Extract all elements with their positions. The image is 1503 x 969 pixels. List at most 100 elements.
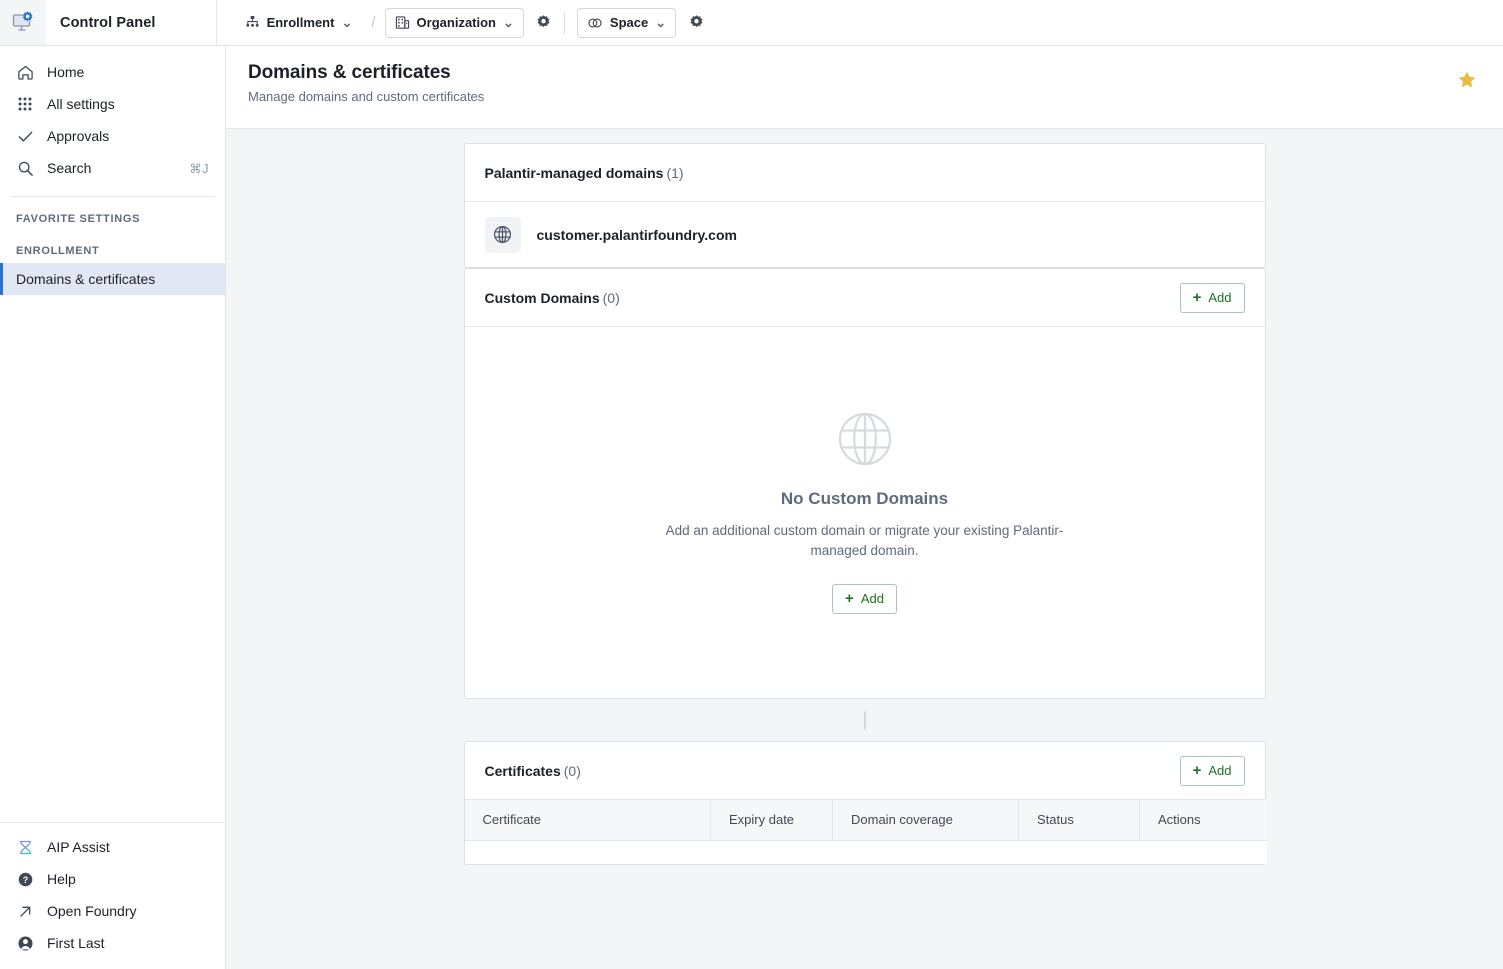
table-header-row: Certificate Expiry date Domain coverage … <box>464 800 1267 841</box>
panel-resize-area <box>464 699 1266 741</box>
page-title: Domains & certificates <box>248 62 451 83</box>
arrow-up-right-icon <box>16 903 34 920</box>
page-scroll-area[interactable]: Palantir-managed domains (1) customer.pa… <box>226 129 1503 969</box>
organization-settings-button[interactable] <box>529 8 559 38</box>
svg-text:?: ? <box>22 874 27 884</box>
sidebar-item-label: Domains & certificates <box>16 271 156 287</box>
search-icon <box>16 160 34 177</box>
app-window: Control Panel Enrollment ⌄ / Organizatio… <box>0 0 1503 969</box>
content-column: Palantir-managed domains (1) customer.pa… <box>463 143 1267 865</box>
sidebar-item-label: Home <box>47 64 85 80</box>
sidebar-item-approvals[interactable]: Approvals <box>0 120 225 152</box>
grid-dots-icon <box>16 96 34 112</box>
star-filled-icon <box>1458 71 1476 88</box>
custom-domains-count: (0) <box>602 289 620 306</box>
product-name: Control Panel <box>60 14 156 31</box>
organization-selector[interactable]: Organization ⌄ <box>384 7 524 38</box>
managed-domains-card: Palantir-managed domains (1) customer.pa… <box>463 143 1266 268</box>
column-header-actions[interactable]: Actions <box>1139 800 1267 841</box>
plus-icon: + <box>1192 762 1202 779</box>
search-shortcut: ⌘J <box>189 161 209 176</box>
sidebar-item-user-profile[interactable]: First Last <box>0 927 225 959</box>
certificates-table-head: Certificate Expiry date Domain coverage … <box>464 800 1267 841</box>
space-label: Space <box>609 15 649 30</box>
sidebar-item-aip-assist[interactable]: AIP Assist <box>0 831 225 863</box>
plus-icon: + <box>845 590 854 608</box>
favorite-star-button[interactable] <box>1453 66 1481 94</box>
managed-domains-header: Palantir-managed domains (1) <box>464 144 1265 202</box>
enrollment-label: Enrollment <box>266 15 335 30</box>
overlapping-circles-icon <box>588 18 602 27</box>
globe-icon <box>493 225 512 244</box>
context-nav: Enrollment ⌄ / Organization ⌄ Space ⌄ <box>217 7 717 38</box>
globe-large-icon <box>838 413 891 466</box>
space-selector[interactable]: Space ⌄ <box>576 7 677 38</box>
organization-label: Organization <box>416 15 496 30</box>
custom-domains-empty-state: No Custom Domains Add an additional cust… <box>465 327 1265 698</box>
office-building-icon <box>395 16 409 29</box>
sidebar: Home All settings Approvals Search ⌘J FA… <box>0 46 226 969</box>
custom-domains-header: Custom Domains (0) + Add <box>464 269 1265 327</box>
plus-icon: + <box>1192 289 1202 306</box>
certificates-add-label: Add <box>1208 763 1232 778</box>
sidebar-item-search[interactable]: Search ⌘J <box>0 152 225 184</box>
page-header: Domains & certificates Manage domains an… <box>226 46 1503 129</box>
certificates-count: (0) <box>563 762 581 779</box>
panel-resize-handle[interactable] <box>863 710 866 730</box>
sidebar-item-label: All settings <box>47 96 115 112</box>
column-header-certificate[interactable]: Certificate <box>464 800 711 841</box>
table-empty-row <box>464 840 1267 864</box>
space-settings-button[interactable] <box>681 8 711 38</box>
sidebar-item-label: Approvals <box>47 128 110 144</box>
managed-domain-name: customer.palantirfoundry.com <box>536 226 737 243</box>
managed-domains-title: Palantir-managed domains <box>484 164 664 181</box>
sidebar-item-open-foundry[interactable]: Open Foundry <box>0 895 225 927</box>
app-logo[interactable] <box>0 0 46 45</box>
chevron-down-icon: ⌄ <box>503 14 514 30</box>
sidebar-item-all-settings[interactable]: All settings <box>0 88 225 120</box>
sidebar-item-home[interactable]: Home <box>0 56 225 88</box>
custom-domains-empty-title: No Custom Domains <box>780 489 949 509</box>
custom-domains-empty-add-label: Add <box>860 591 884 607</box>
page-header-actions <box>1453 62 1481 94</box>
sidebar-item-help[interactable]: ? Help <box>0 863 225 895</box>
enrollment-selector[interactable]: Enrollment ⌄ <box>235 8 363 38</box>
topbar-divider-2 <box>563 11 565 34</box>
managed-domain-row[interactable]: customer.palantirfoundry.com <box>465 202 1265 267</box>
monitor-gear-icon <box>12 10 33 31</box>
app-body: Home All settings Approvals Search ⌘J FA… <box>0 46 1503 969</box>
sidebar-item-domains-certificates[interactable]: Domains & certificates <box>0 263 225 295</box>
certificates-header: Certificates (0) + Add <box>464 742 1265 800</box>
check-icon <box>16 128 34 145</box>
column-header-expiry-date[interactable]: Expiry date <box>710 800 833 841</box>
sidebar-heading-enrollment: ENROLLMENT <box>16 245 100 257</box>
chevron-down-icon: ⌄ <box>341 14 353 30</box>
sidebar-item-label: Open Foundry <box>47 903 137 919</box>
sidebar-item-label: Search <box>47 160 92 176</box>
hierarchy-icon <box>245 15 259 27</box>
user-avatar-icon <box>16 935 34 952</box>
certificates-add-button[interactable]: + Add <box>1179 755 1245 786</box>
aip-assist-icon <box>16 839 34 856</box>
custom-domains-title: Custom Domains <box>484 289 600 306</box>
column-header-status[interactable]: Status <box>1018 800 1140 841</box>
page-subtitle: Manage domains and custom certificates <box>248 89 485 104</box>
main-content: Domains & certificates Manage domains an… <box>226 46 1503 969</box>
certificates-table-body <box>464 840 1267 864</box>
page-header-text: Domains & certificates Manage domains an… <box>248 62 484 104</box>
gear-icon <box>537 15 551 28</box>
certificates-card: Certificates (0) + Add Certificate Expir… <box>463 741 1267 865</box>
certificates-table: Certificate Expiry date Domain coverage … <box>464 800 1267 864</box>
column-header-domain-coverage[interactable]: Domain coverage <box>832 800 1019 841</box>
custom-domains-empty-add-button[interactable]: + Add <box>832 583 897 614</box>
gear-icon <box>690 15 703 28</box>
custom-domains-card: Custom Domains (0) + Add No Custom Domai… <box>463 268 1266 699</box>
help-circle-icon: ? <box>16 871 34 888</box>
top-bar: Control Panel Enrollment ⌄ / Organizatio… <box>0 0 1503 46</box>
certificates-title: Certificates <box>484 762 561 779</box>
custom-domains-add-button[interactable]: + Add <box>1179 282 1245 313</box>
sidebar-heading-favorites: FAVORITE SETTINGS <box>16 213 141 225</box>
chevron-down-icon: ⌄ <box>655 14 667 30</box>
breadcrumb-separator: / <box>371 14 376 31</box>
